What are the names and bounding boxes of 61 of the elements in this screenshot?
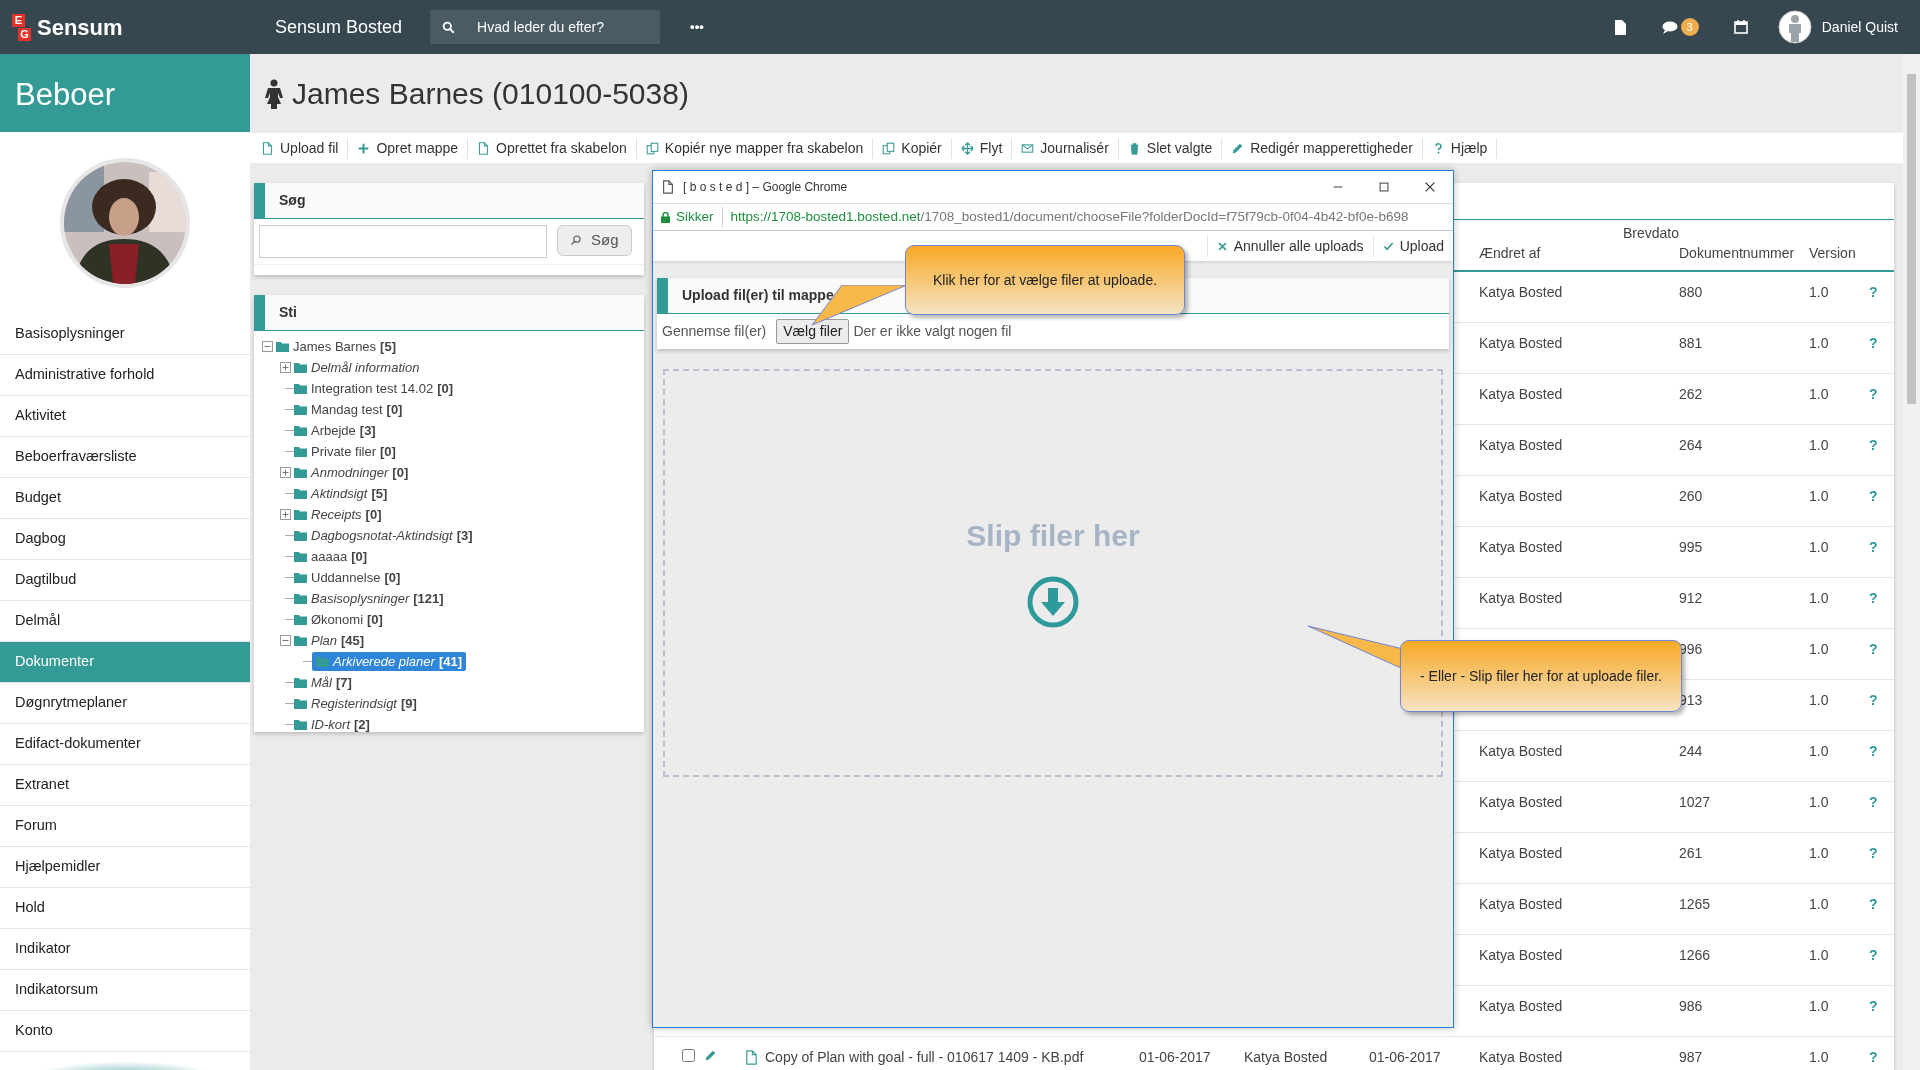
panel-title: Søg xyxy=(254,183,644,219)
table-cell: Katya Bosted xyxy=(1479,742,1563,759)
panel-title: Sti xyxy=(254,295,644,331)
table-cell: 912 xyxy=(1679,589,1703,606)
table-cell: Katya Bosted xyxy=(1479,538,1563,555)
table-cell: 1.0 xyxy=(1809,589,1829,606)
table-cell: 986 xyxy=(1679,997,1703,1014)
table-cell: 1265 xyxy=(1679,895,1711,912)
table-cell: 01-06-2017 xyxy=(1139,1048,1211,1065)
table-cell: 244 xyxy=(1679,742,1703,759)
table-cell: 987 xyxy=(1679,1048,1703,1065)
table-cell: 1.0 xyxy=(1809,895,1829,912)
table-cell: 1.0 xyxy=(1809,538,1829,555)
sidebar-title: Beboer xyxy=(0,54,250,132)
table-cell: 1.0 xyxy=(1809,844,1829,861)
table-cell: 264 xyxy=(1679,436,1703,453)
table-cell: 261 xyxy=(1679,844,1703,861)
table-cell: Katya Bosted xyxy=(1479,895,1563,912)
table-cell: Katya Bosted xyxy=(1479,284,1563,300)
table-cell: Katya Bosted xyxy=(1479,793,1563,810)
drop-text: Slip filer her xyxy=(966,518,1140,554)
security-label: Sikker xyxy=(676,206,723,228)
table-cell: 1.0 xyxy=(1809,640,1829,657)
table-cell: 1.0 xyxy=(1809,334,1829,351)
table-cell: 1.0 xyxy=(1809,997,1829,1014)
table-cell: Katya Bosted xyxy=(1479,844,1563,861)
file-status: Der er ikke valgt nogen fil xyxy=(853,321,1012,341)
table-cell: 881 xyxy=(1679,334,1703,351)
table-cell: 1.0 xyxy=(1809,1048,1829,1065)
tooltip: Klik her for at vælge filer at uploade. xyxy=(905,245,1185,315)
logo-mark: E G xyxy=(12,13,31,41)
notification-badge: 3 xyxy=(1680,17,1699,37)
table-cell: 995 xyxy=(1679,538,1703,555)
table-cell: 262 xyxy=(1679,385,1703,402)
table-cell: 1027 xyxy=(1679,793,1711,810)
table-cell: 260 xyxy=(1679,487,1703,504)
table-cell: Katya Bosted xyxy=(1479,436,1563,453)
table-cell: 1.0 xyxy=(1809,946,1829,963)
table-cell: 1.0 xyxy=(1809,793,1829,810)
table-cell: Katya Bosted xyxy=(1479,1048,1563,1065)
table-cell: 1.0 xyxy=(1809,691,1829,708)
field-label: Gennemse fil(er) xyxy=(662,321,767,341)
table-cell: Katya Bosted xyxy=(1479,946,1563,963)
window-title: [ b o s t e d ] – Google Chrome xyxy=(683,179,848,196)
table-cell: 1.0 xyxy=(1809,385,1829,402)
table-cell: 1.0 xyxy=(1809,436,1829,453)
tooltip: - Eller - Slip filer her for at uploade filer. xyxy=(1400,640,1682,712)
table-cell: Katya Bosted xyxy=(1479,487,1563,504)
table-cell: Katya Bosted xyxy=(1479,385,1563,402)
table-cell: Katya Bosted xyxy=(1244,1048,1328,1065)
table-cell: 1.0 xyxy=(1809,742,1829,759)
table-cell: 880 xyxy=(1679,284,1703,300)
table-cell: 1.0 xyxy=(1809,487,1829,504)
page-title: James Barnes (010100-5038) xyxy=(292,76,689,112)
table-cell: Katya Bosted xyxy=(1479,589,1563,606)
table-cell: Katya Bosted xyxy=(1479,334,1563,351)
table-cell: 1266 xyxy=(1679,946,1711,963)
table-cell: 1.0 xyxy=(1809,284,1829,300)
table-cell: 01-06-2017 xyxy=(1369,1048,1441,1065)
table-cell: Katya Bosted xyxy=(1479,997,1563,1014)
app-name: Sensum Bosted xyxy=(275,15,403,39)
